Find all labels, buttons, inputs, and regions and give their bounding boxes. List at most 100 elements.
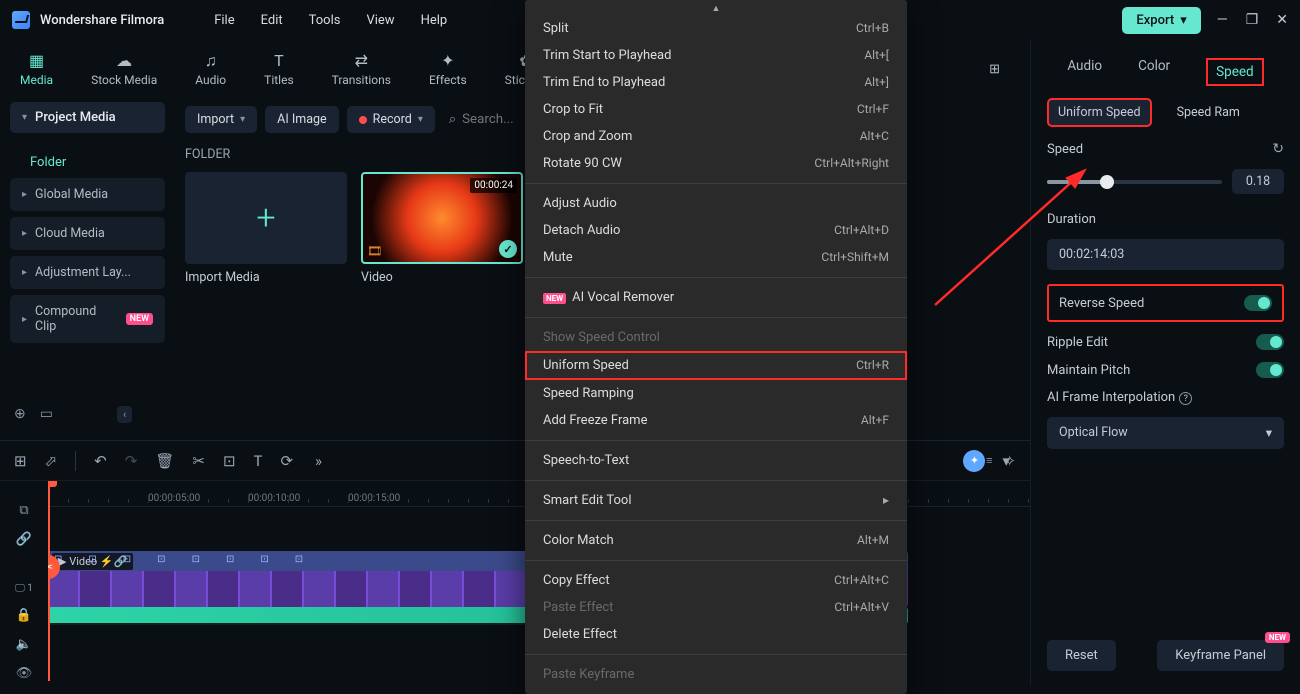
ctx-speech-to-text[interactable]: Speech-to-Text: [525, 447, 907, 474]
check-icon: ✓: [499, 240, 517, 258]
import-media-thumb[interactable]: +: [185, 172, 347, 264]
help-icon[interactable]: ?: [1179, 392, 1192, 405]
delete-icon[interactable]: 🗑: [155, 452, 174, 470]
tab-audio[interactable]: ♫Audio: [195, 52, 226, 87]
thumb-caption: Video: [361, 270, 523, 285]
ctx-mute[interactable]: MuteCtrl+Shift+M: [525, 244, 907, 271]
sidebar: ▾Project Media Folder ▸Global Media ▸Clo…: [0, 98, 175, 443]
duration-field[interactable]: 00:02:14:03: [1047, 239, 1284, 270]
close-icon[interactable]: ✕: [1276, 12, 1288, 28]
menu-file[interactable]: File: [214, 13, 234, 28]
ctx-rotate-90-cw[interactable]: Rotate 90 CWCtrl+Alt+Right: [525, 150, 907, 177]
maximize-icon[interactable]: ❐: [1246, 12, 1259, 28]
menu-help[interactable]: Help: [421, 13, 448, 28]
reset-button[interactable]: Reset: [1047, 640, 1116, 671]
folder-icon[interactable]: ▭: [40, 406, 53, 423]
ctx-trim-start-to-playhead[interactable]: Trim Start to PlayheadAlt+[: [525, 42, 907, 69]
tab-stock-media[interactable]: ☁Stock Media: [91, 52, 157, 87]
grid-icon[interactable]: ⊞: [989, 62, 1000, 77]
tab-color[interactable]: Color: [1138, 58, 1170, 86]
ctx-speed-ramping[interactable]: Speed Ramping: [525, 380, 907, 407]
plus-icon: +: [256, 198, 275, 238]
tab-titles[interactable]: TTitles: [264, 52, 293, 87]
subtab-uniform-speed[interactable]: Uniform Speed: [1047, 98, 1152, 127]
folder-add-icon[interactable]: ⊕: [14, 406, 26, 423]
reverse-toggle[interactable]: [1244, 295, 1272, 311]
frame-icon[interactable]: 🖵 1: [15, 583, 33, 594]
menu-tools[interactable]: Tools: [309, 13, 341, 28]
record-dot-icon: [359, 116, 367, 124]
ctx-trim-end-to-playhead[interactable]: Trim End to PlayheadAlt+]: [525, 69, 907, 96]
playhead[interactable]: ✂: [48, 481, 50, 681]
crop-icon[interactable]: ⊡: [223, 452, 236, 470]
density-icon[interactable]: ≡: [986, 454, 992, 467]
collapse-icon[interactable]: ‹: [117, 406, 132, 423]
ctx-add-freeze-frame[interactable]: Add Freeze FrameAlt+F: [525, 407, 907, 434]
project-media-button[interactable]: ▾Project Media: [10, 102, 165, 133]
export-button[interactable]: Export▾: [1122, 7, 1200, 34]
mute-icon[interactable]: 🔈: [16, 637, 32, 652]
ctx-paste-keyframe: Paste Keyframe: [525, 661, 907, 688]
interpolation-select[interactable]: Optical Flow▾: [1047, 417, 1284, 449]
scroll-up-icon[interactable]: ▲: [525, 0, 907, 15]
ctx-ai-vocal-remover[interactable]: NEWAI Vocal Remover: [525, 284, 907, 311]
ai-image-button[interactable]: AI Image: [265, 106, 338, 133]
sidebar-item-compound-clip[interactable]: ▸Compound ClipNEW: [10, 295, 165, 343]
ctx-adjust-audio[interactable]: Adjust Audio: [525, 190, 907, 217]
sidebar-item-adjustment-layer[interactable]: ▸Adjustment Lay...: [10, 256, 165, 289]
ctx-color-match[interactable]: Color MatchAlt+M: [525, 527, 907, 554]
app-logo: [12, 11, 30, 29]
video-thumb[interactable]: 00:00:24 🎞 ✓: [361, 172, 523, 264]
ctx-smart-edit-tool[interactable]: Smart Edit Tool▸: [525, 487, 907, 514]
eye-icon[interactable]: 👁: [16, 666, 33, 681]
speed-value[interactable]: 0.18: [1232, 169, 1284, 194]
keyframe-panel-button[interactable]: Keyframe PanelNEW: [1157, 640, 1284, 671]
media-icon: ▦: [27, 52, 47, 70]
chevron-right-icon: ▸: [22, 228, 27, 239]
pitch-toggle[interactable]: [1256, 362, 1284, 378]
minimize-icon[interactable]: —: [1217, 12, 1228, 28]
ctx-detach-audio[interactable]: Detach AudioCtrl+Alt+D: [525, 217, 907, 244]
menu-edit[interactable]: Edit: [261, 13, 283, 28]
cursor-icon[interactable]: ⬀: [45, 452, 58, 470]
ripple-toggle[interactable]: [1256, 334, 1284, 350]
lock-icon[interactable]: 🔒: [16, 608, 32, 623]
chevron-right-icon: ▸: [22, 189, 27, 200]
speed-slider[interactable]: [1047, 180, 1222, 184]
ctx-split[interactable]: SplitCtrl+B: [525, 15, 907, 42]
import-button[interactable]: Import▾: [185, 106, 257, 133]
tab-transitions[interactable]: ⇄Transitions: [332, 52, 391, 87]
tab-speed[interactable]: Speed: [1206, 58, 1264, 86]
tab-media[interactable]: ▦Media: [20, 52, 53, 87]
search-input[interactable]: ⌕: [449, 112, 522, 127]
tab-effects[interactable]: ✦Effects: [429, 52, 467, 87]
more-icon[interactable]: »: [315, 452, 322, 470]
undo-icon[interactable]: ↶: [94, 452, 107, 470]
sidebar-item-global-media[interactable]: ▸Global Media: [10, 178, 165, 211]
ctx-crop-and-zoom[interactable]: Crop and ZoomAlt+C: [525, 123, 907, 150]
menu-view[interactable]: View: [366, 13, 394, 28]
sidebar-item-cloud-media[interactable]: ▸Cloud Media: [10, 217, 165, 250]
layers-icon[interactable]: ⧉: [19, 503, 28, 518]
timeline-left-controls: ⧉ 🔗 🖵 1 🔒 🔈 👁: [0, 481, 48, 681]
grid-icon[interactable]: ⊞: [14, 452, 27, 470]
menubar: File Edit Tools View Help: [214, 13, 447, 28]
cut-icon[interactable]: ✂: [192, 452, 205, 470]
chevron-down-icon[interactable]: ▾: [1002, 452, 1010, 470]
ctx-uniform-speed[interactable]: Uniform SpeedCtrl+R: [525, 351, 907, 380]
refresh-icon[interactable]: ⟳: [280, 452, 293, 470]
redo-icon[interactable]: ↷: [125, 452, 138, 470]
tab-audio[interactable]: Audio: [1067, 58, 1102, 86]
ctx-crop-to-fit[interactable]: Crop to FitCtrl+F: [525, 96, 907, 123]
reset-icon[interactable]: ↻: [1272, 141, 1284, 157]
link-icon[interactable]: 🔗: [16, 532, 32, 547]
duration-badge: 00:00:24: [470, 178, 517, 193]
record-button[interactable]: Record▾: [347, 106, 435, 133]
text-icon[interactable]: T: [254, 452, 263, 470]
search-icon: ⌕: [449, 112, 456, 127]
subtab-speed-ramping[interactable]: Speed Ram: [1166, 98, 1251, 127]
folder-active[interactable]: Folder: [10, 147, 165, 178]
ctx-copy-effect[interactable]: Copy EffectCtrl+Alt+C: [525, 567, 907, 594]
speed-label: Speed: [1047, 142, 1083, 157]
ctx-delete-effect[interactable]: Delete Effect: [525, 621, 907, 648]
